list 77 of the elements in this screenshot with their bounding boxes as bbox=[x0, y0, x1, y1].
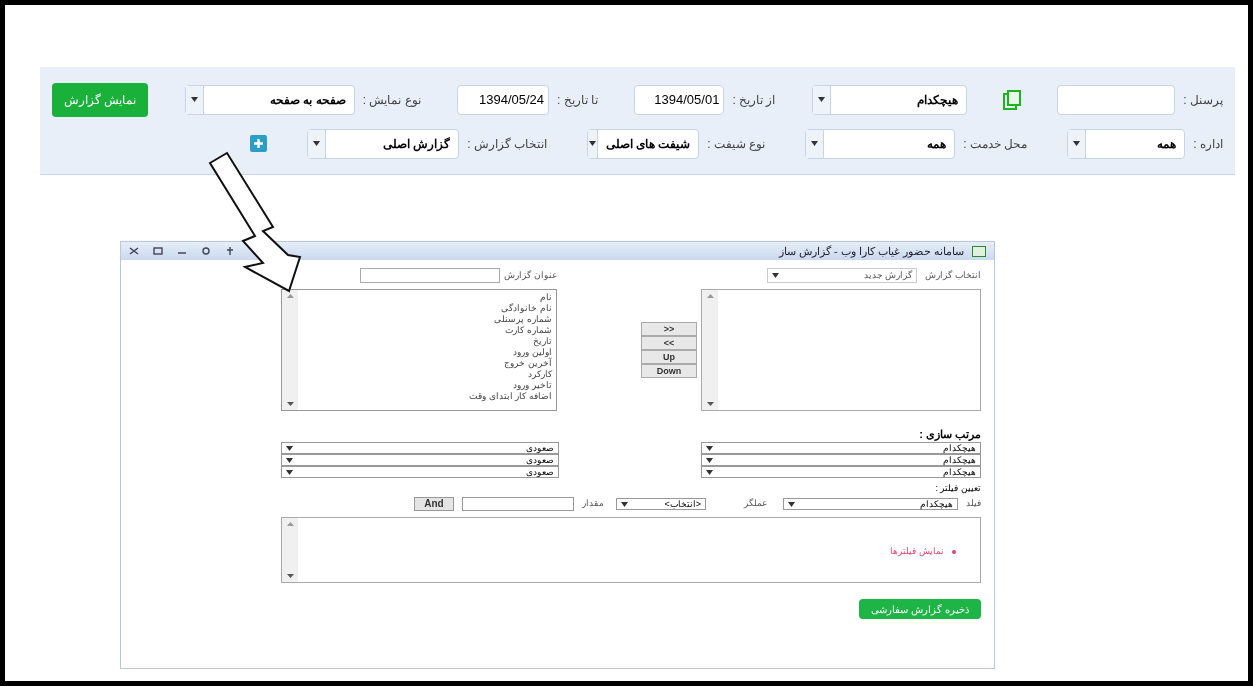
down-arrow-icon[interactable] bbox=[706, 402, 714, 406]
caret-icon bbox=[772, 273, 780, 278]
list-item[interactable]: نام خانوادگی bbox=[501, 303, 552, 314]
scrollbar[interactable] bbox=[282, 290, 298, 410]
up-arrow-icon[interactable] bbox=[706, 294, 714, 298]
dropdown[interactable]: هیچکدام bbox=[783, 498, 958, 510]
caret-icon bbox=[190, 97, 198, 102]
list-item[interactable]: تاخیر ورود bbox=[513, 380, 552, 391]
dropdown[interactable]: همه bbox=[1067, 128, 1186, 159]
field-label: نوع شیفت : bbox=[707, 135, 766, 153]
dropdown[interactable]: هیچکدام bbox=[701, 454, 981, 466]
field-label: از تاریخ : bbox=[732, 91, 776, 109]
up-arrow-icon[interactable] bbox=[286, 522, 294, 526]
field-label: انتخاب گزارش bbox=[925, 268, 981, 283]
dropdown[interactable]: هیچکدام bbox=[701, 442, 981, 454]
dropdown[interactable]: گزارش اصلی bbox=[307, 128, 460, 159]
caret-icon bbox=[811, 141, 819, 146]
field-label: فیلد bbox=[966, 497, 981, 511]
value-field[interactable] bbox=[462, 497, 574, 511]
selected-fields-list[interactable] bbox=[701, 289, 981, 411]
dropdown[interactable]: هیچکدام bbox=[701, 466, 981, 478]
field-label: پرسنل : bbox=[1183, 91, 1223, 109]
dropdown[interactable]: همه bbox=[805, 128, 956, 159]
dropdown[interactable]: صعودی bbox=[281, 442, 559, 454]
up-arrow-icon[interactable] bbox=[286, 294, 294, 298]
field-label: عنوان گزارش bbox=[504, 268, 557, 283]
list-item[interactable]: آخرین خروج bbox=[504, 358, 552, 369]
copy-icon[interactable] bbox=[1003, 89, 1021, 110]
caret-icon bbox=[817, 97, 825, 102]
down-arrow-icon[interactable] bbox=[286, 574, 294, 578]
move-button[interactable]: Up bbox=[641, 350, 697, 364]
caret-icon bbox=[788, 501, 795, 507]
field-label: تا تاریخ : bbox=[557, 91, 599, 109]
sort-heading: مرتب سازی : bbox=[919, 429, 981, 440]
dropdown[interactable]: هیچکدام bbox=[811, 84, 967, 115]
scrollbar[interactable] bbox=[282, 518, 298, 582]
field-label: مقدار bbox=[582, 497, 604, 511]
caret-icon bbox=[588, 141, 596, 146]
dropdown[interactable]: شیفت های اصلی bbox=[587, 128, 700, 159]
report-title-field[interactable] bbox=[360, 268, 501, 283]
text-field[interactable] bbox=[1057, 84, 1176, 115]
list-item[interactable]: اولین ورود bbox=[513, 347, 552, 358]
field-label: محل خدمت : bbox=[963, 135, 1028, 153]
window-icon bbox=[972, 245, 986, 257]
list-item: نمایش فیلترها bbox=[890, 522, 956, 582]
list-item[interactable]: اضافه کار ابتدای وقت bbox=[469, 391, 552, 402]
field-label: عملگر bbox=[744, 497, 767, 511]
list-item[interactable]: شماره کارت bbox=[505, 325, 552, 336]
caret-icon bbox=[621, 501, 628, 507]
scrollbar[interactable] bbox=[702, 290, 718, 410]
field-label: اداره : bbox=[1193, 135, 1223, 153]
dropdown[interactable]: صعودی bbox=[281, 466, 559, 478]
maximize-icon[interactable] bbox=[153, 247, 163, 255]
dropdown[interactable]: صعودی bbox=[281, 454, 559, 466]
down-arrow-icon[interactable] bbox=[286, 402, 294, 406]
report-dropdown[interactable]: گزارش جدید bbox=[767, 268, 918, 283]
text-field[interactable]: 1394/05/24 bbox=[457, 84, 550, 115]
plus-icon[interactable] bbox=[250, 135, 268, 152]
move-button[interactable]: << bbox=[641, 336, 697, 350]
move-button[interactable]: Down bbox=[641, 364, 697, 378]
dropdown[interactable]: صفحه به صفحه bbox=[184, 84, 355, 115]
field-label: انتخاب گزارش : bbox=[467, 135, 548, 153]
close-icon[interactable] bbox=[129, 247, 139, 255]
field-label: نوع نمایش : bbox=[362, 91, 421, 109]
caret-icon bbox=[1073, 141, 1081, 146]
window-title: سامانه حضور غیاب کارا وب - گزارش ساز bbox=[778, 243, 964, 260]
list-item[interactable]: کارکرد bbox=[528, 369, 552, 380]
list-item[interactable]: شماره پرسنلی bbox=[494, 314, 552, 325]
filter-heading: تعیین فیلتر : bbox=[935, 484, 981, 493]
move-button[interactable]: >> bbox=[641, 322, 697, 336]
available-fields-list[interactable]: نام نام خانوادگی شماره پرسنلی شماره کارت تاریخ اولین ورود آخرین خروج کارکرد تاخیر ورود اضافه کار ابتدای وقت bbox=[281, 289, 557, 411]
caret-icon bbox=[313, 141, 321, 146]
text-field[interactable]: 1394/05/01 bbox=[634, 84, 725, 115]
list-item[interactable]: تاریخ bbox=[533, 336, 552, 347]
dropdown[interactable]: <انتخاب> bbox=[616, 498, 706, 510]
list-item[interactable]: نام bbox=[540, 292, 552, 303]
and-button[interactable]: And bbox=[414, 497, 454, 511]
